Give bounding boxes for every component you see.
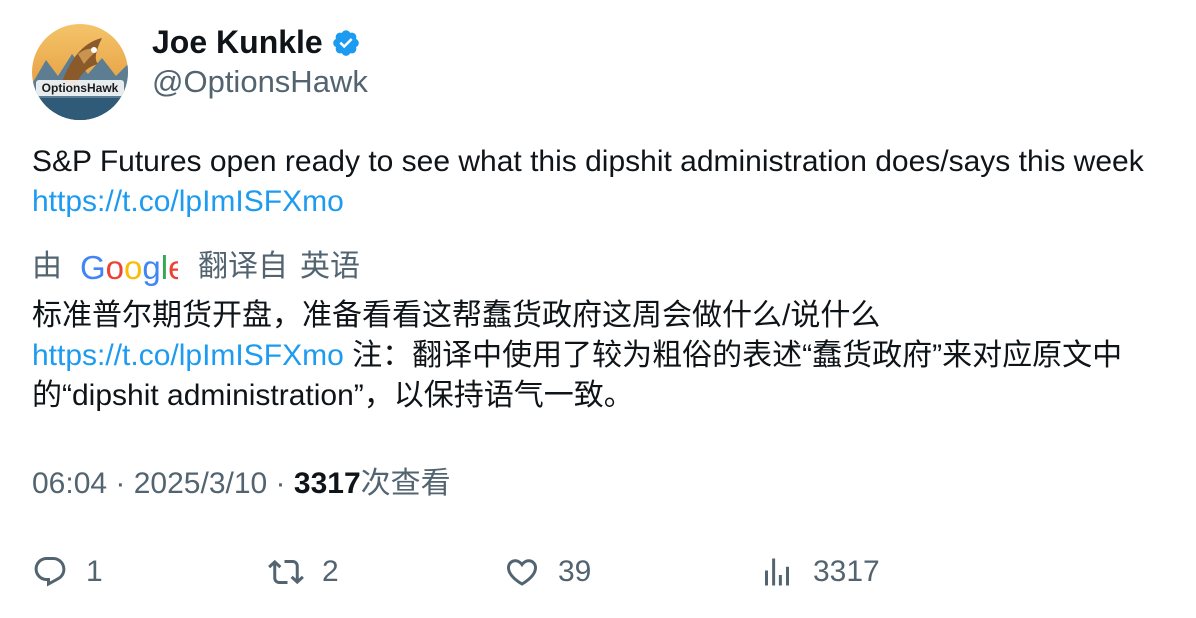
views-label: 次查看	[360, 467, 451, 500]
author-handle[interactable]: @OptionsHawk	[152, 62, 368, 102]
verified-badge-icon[interactable]	[331, 28, 361, 58]
translation-attribution: 由 Google 翻译自 英语	[32, 247, 360, 287]
avatar-image: OptionsHawk	[32, 24, 128, 120]
reply-button[interactable]: 1	[32, 552, 103, 592]
source-language: 英语	[300, 250, 360, 283]
google-logo-icon: Google	[80, 249, 178, 286]
translated-body: 标准普尔期货开盘，准备看看这帮蠢货政府这周会做什么/说什么	[32, 299, 881, 332]
like-count: 39	[558, 555, 592, 588]
translation-by-label: 由	[32, 250, 62, 283]
tweet-time[interactable]: 06:04	[32, 467, 107, 500]
tweet-text: S&P Futures open ready to see what this …	[32, 142, 1172, 222]
svg-text:Google: Google	[80, 249, 178, 286]
author-display-name[interactable]: Joe Kunkle	[152, 22, 323, 62]
reply-icon	[34, 557, 66, 587]
views-count: 3317	[293, 467, 361, 500]
tweet-body: S&P Futures open ready to see what this …	[32, 145, 1144, 178]
tweet-meta: 06:04 · 2025/3/10 · 3317次查看	[32, 464, 451, 504]
avatar[interactable]: OptionsHawk	[32, 24, 128, 120]
reply-count: 1	[86, 555, 103, 588]
meta-separator: ·	[267, 467, 294, 500]
like-button[interactable]: 39	[504, 552, 591, 592]
meta-separator: ·	[107, 467, 134, 500]
translated-text: 标准普尔期货开盘，准备看看这帮蠢货政府这周会做什么/说什么 https://t.…	[32, 296, 1172, 416]
tweet-actions: 1 2 39 3317	[32, 552, 1172, 592]
retweet-icon	[268, 559, 304, 585]
author-name-row: Joe Kunkle	[152, 22, 361, 62]
translated-link[interactable]: https://t.co/lpImISFXmo	[32, 339, 344, 372]
views-action-count: 3317	[813, 555, 880, 588]
retweet-count: 2	[322, 555, 339, 588]
views-icon	[765, 558, 789, 586]
retweet-button[interactable]: 2	[268, 552, 339, 592]
heart-icon	[506, 559, 538, 586]
tweet-link[interactable]: https://t.co/lpImISFXmo	[32, 185, 344, 218]
translated-from-label: 翻译自	[198, 250, 288, 283]
avatar-logo-text: OptionsHawk	[42, 81, 119, 95]
tweet-date[interactable]: 2025/3/10	[134, 467, 267, 500]
views-button[interactable]: 3317	[759, 552, 880, 592]
